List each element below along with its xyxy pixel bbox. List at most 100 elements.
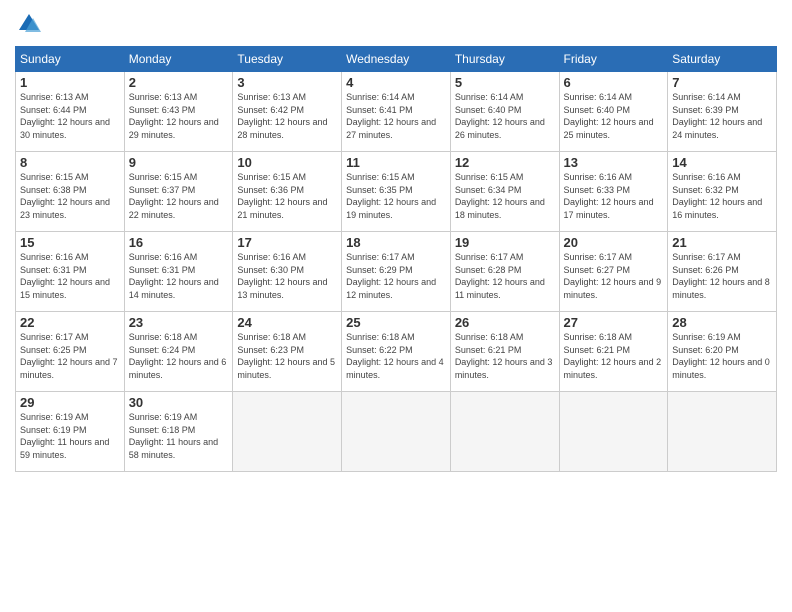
calendar-cell: 7 Sunrise: 6:14 AM Sunset: 6:39 PM Dayli…: [668, 72, 777, 152]
header: [15, 10, 777, 38]
day-info: Sunrise: 6:18 AM Sunset: 6:21 PM Dayligh…: [564, 331, 664, 381]
calendar-cell: 18 Sunrise: 6:17 AM Sunset: 6:29 PM Dayl…: [342, 232, 451, 312]
day-info: Sunrise: 6:17 AM Sunset: 6:29 PM Dayligh…: [346, 251, 446, 301]
day-info: Sunrise: 6:17 AM Sunset: 6:28 PM Dayligh…: [455, 251, 555, 301]
calendar-week-3: 15 Sunrise: 6:16 AM Sunset: 6:31 PM Dayl…: [16, 232, 777, 312]
day-number: 1: [20, 75, 120, 90]
day-info: Sunrise: 6:18 AM Sunset: 6:24 PM Dayligh…: [129, 331, 229, 381]
day-number: 27: [564, 315, 664, 330]
day-info: Sunrise: 6:14 AM Sunset: 6:40 PM Dayligh…: [564, 91, 664, 141]
day-info: Sunrise: 6:17 AM Sunset: 6:27 PM Dayligh…: [564, 251, 664, 301]
calendar-week-5: 29 Sunrise: 6:19 AM Sunset: 6:19 PM Dayl…: [16, 392, 777, 472]
calendar-week-1: 1 Sunrise: 6:13 AM Sunset: 6:44 PM Dayli…: [16, 72, 777, 152]
calendar-cell: 25 Sunrise: 6:18 AM Sunset: 6:22 PM Dayl…: [342, 312, 451, 392]
day-info: Sunrise: 6:16 AM Sunset: 6:32 PM Dayligh…: [672, 171, 772, 221]
calendar-cell: 17 Sunrise: 6:16 AM Sunset: 6:30 PM Dayl…: [233, 232, 342, 312]
calendar-cell: 10 Sunrise: 6:15 AM Sunset: 6:36 PM Dayl…: [233, 152, 342, 232]
calendar-header-friday: Friday: [559, 47, 668, 72]
page: SundayMondayTuesdayWednesdayThursdayFrid…: [0, 0, 792, 612]
calendar-cell: 2 Sunrise: 6:13 AM Sunset: 6:43 PM Dayli…: [124, 72, 233, 152]
calendar-cell: 26 Sunrise: 6:18 AM Sunset: 6:21 PM Dayl…: [450, 312, 559, 392]
day-info: Sunrise: 6:15 AM Sunset: 6:37 PM Dayligh…: [129, 171, 229, 221]
day-info: Sunrise: 6:17 AM Sunset: 6:26 PM Dayligh…: [672, 251, 772, 301]
day-info: Sunrise: 6:15 AM Sunset: 6:36 PM Dayligh…: [237, 171, 337, 221]
day-info: Sunrise: 6:19 AM Sunset: 6:19 PM Dayligh…: [20, 411, 120, 461]
day-info: Sunrise: 6:13 AM Sunset: 6:44 PM Dayligh…: [20, 91, 120, 141]
day-info: Sunrise: 6:14 AM Sunset: 6:40 PM Dayligh…: [455, 91, 555, 141]
calendar-cell: 9 Sunrise: 6:15 AM Sunset: 6:37 PM Dayli…: [124, 152, 233, 232]
day-number: 25: [346, 315, 446, 330]
day-info: Sunrise: 6:17 AM Sunset: 6:25 PM Dayligh…: [20, 331, 120, 381]
calendar-week-2: 8 Sunrise: 6:15 AM Sunset: 6:38 PM Dayli…: [16, 152, 777, 232]
calendar-cell: [342, 392, 451, 472]
calendar-cell: 28 Sunrise: 6:19 AM Sunset: 6:20 PM Dayl…: [668, 312, 777, 392]
calendar-cell: [233, 392, 342, 472]
calendar-header-row: SundayMondayTuesdayWednesdayThursdayFrid…: [16, 47, 777, 72]
day-number: 21: [672, 235, 772, 250]
calendar-cell: 3 Sunrise: 6:13 AM Sunset: 6:42 PM Dayli…: [233, 72, 342, 152]
day-info: Sunrise: 6:18 AM Sunset: 6:22 PM Dayligh…: [346, 331, 446, 381]
calendar-cell: 21 Sunrise: 6:17 AM Sunset: 6:26 PM Dayl…: [668, 232, 777, 312]
calendar-cell: 16 Sunrise: 6:16 AM Sunset: 6:31 PM Dayl…: [124, 232, 233, 312]
day-number: 23: [129, 315, 229, 330]
logo-icon: [15, 10, 43, 38]
day-number: 5: [455, 75, 555, 90]
day-number: 8: [20, 155, 120, 170]
day-number: 30: [129, 395, 229, 410]
day-info: Sunrise: 6:15 AM Sunset: 6:34 PM Dayligh…: [455, 171, 555, 221]
day-info: Sunrise: 6:19 AM Sunset: 6:18 PM Dayligh…: [129, 411, 229, 461]
day-info: Sunrise: 6:13 AM Sunset: 6:43 PM Dayligh…: [129, 91, 229, 141]
day-number: 15: [20, 235, 120, 250]
calendar-cell: 20 Sunrise: 6:17 AM Sunset: 6:27 PM Dayl…: [559, 232, 668, 312]
calendar-header-wednesday: Wednesday: [342, 47, 451, 72]
calendar-cell: 11 Sunrise: 6:15 AM Sunset: 6:35 PM Dayl…: [342, 152, 451, 232]
calendar-cell: 13 Sunrise: 6:16 AM Sunset: 6:33 PM Dayl…: [559, 152, 668, 232]
day-number: 19: [455, 235, 555, 250]
calendar-cell: 12 Sunrise: 6:15 AM Sunset: 6:34 PM Dayl…: [450, 152, 559, 232]
calendar-header-sunday: Sunday: [16, 47, 125, 72]
day-number: 26: [455, 315, 555, 330]
calendar-cell: 23 Sunrise: 6:18 AM Sunset: 6:24 PM Dayl…: [124, 312, 233, 392]
calendar-cell: 19 Sunrise: 6:17 AM Sunset: 6:28 PM Dayl…: [450, 232, 559, 312]
calendar-header-thursday: Thursday: [450, 47, 559, 72]
calendar-header-monday: Monday: [124, 47, 233, 72]
day-info: Sunrise: 6:14 AM Sunset: 6:41 PM Dayligh…: [346, 91, 446, 141]
calendar-cell: 14 Sunrise: 6:16 AM Sunset: 6:32 PM Dayl…: [668, 152, 777, 232]
day-info: Sunrise: 6:18 AM Sunset: 6:23 PM Dayligh…: [237, 331, 337, 381]
day-info: Sunrise: 6:16 AM Sunset: 6:31 PM Dayligh…: [20, 251, 120, 301]
day-info: Sunrise: 6:14 AM Sunset: 6:39 PM Dayligh…: [672, 91, 772, 141]
calendar-cell: 29 Sunrise: 6:19 AM Sunset: 6:19 PM Dayl…: [16, 392, 125, 472]
calendar-cell: 22 Sunrise: 6:17 AM Sunset: 6:25 PM Dayl…: [16, 312, 125, 392]
day-info: Sunrise: 6:15 AM Sunset: 6:35 PM Dayligh…: [346, 171, 446, 221]
day-number: 4: [346, 75, 446, 90]
day-number: 11: [346, 155, 446, 170]
day-number: 18: [346, 235, 446, 250]
day-number: 7: [672, 75, 772, 90]
calendar-cell: 15 Sunrise: 6:16 AM Sunset: 6:31 PM Dayl…: [16, 232, 125, 312]
logo: [15, 10, 47, 38]
day-info: Sunrise: 6:13 AM Sunset: 6:42 PM Dayligh…: [237, 91, 337, 141]
calendar-cell: 24 Sunrise: 6:18 AM Sunset: 6:23 PM Dayl…: [233, 312, 342, 392]
day-number: 12: [455, 155, 555, 170]
day-number: 17: [237, 235, 337, 250]
calendar-cell: [559, 392, 668, 472]
calendar-cell: 1 Sunrise: 6:13 AM Sunset: 6:44 PM Dayli…: [16, 72, 125, 152]
calendar-cell: [668, 392, 777, 472]
calendar-cell: 27 Sunrise: 6:18 AM Sunset: 6:21 PM Dayl…: [559, 312, 668, 392]
calendar-cell: 5 Sunrise: 6:14 AM Sunset: 6:40 PM Dayli…: [450, 72, 559, 152]
calendar-week-4: 22 Sunrise: 6:17 AM Sunset: 6:25 PM Dayl…: [16, 312, 777, 392]
day-number: 22: [20, 315, 120, 330]
calendar-header-tuesday: Tuesday: [233, 47, 342, 72]
day-info: Sunrise: 6:19 AM Sunset: 6:20 PM Dayligh…: [672, 331, 772, 381]
day-number: 6: [564, 75, 664, 90]
calendar-cell: [450, 392, 559, 472]
day-number: 24: [237, 315, 337, 330]
day-number: 13: [564, 155, 664, 170]
calendar: SundayMondayTuesdayWednesdayThursdayFrid…: [15, 46, 777, 472]
calendar-header-saturday: Saturday: [668, 47, 777, 72]
calendar-cell: 30 Sunrise: 6:19 AM Sunset: 6:18 PM Dayl…: [124, 392, 233, 472]
day-info: Sunrise: 6:16 AM Sunset: 6:31 PM Dayligh…: [129, 251, 229, 301]
day-number: 28: [672, 315, 772, 330]
day-number: 2: [129, 75, 229, 90]
calendar-cell: 4 Sunrise: 6:14 AM Sunset: 6:41 PM Dayli…: [342, 72, 451, 152]
